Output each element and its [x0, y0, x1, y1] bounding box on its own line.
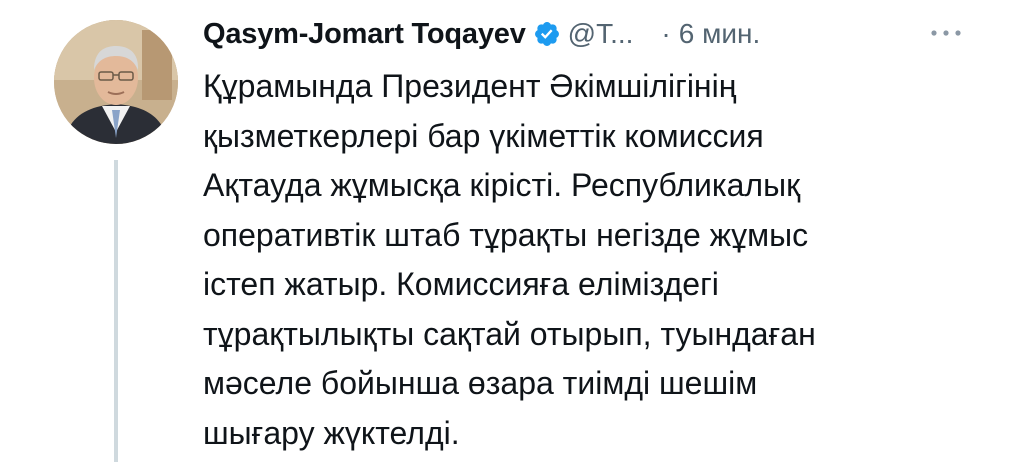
tweet-text-line: Құрамында Президент Әкімшілігінің — [203, 68, 737, 104]
tweet-text-line: мәселе бойынша өзара тиімді шешім — [203, 365, 758, 401]
tweet-text-line: қызметкерлері бар үкіметтік комиссия — [203, 117, 764, 154]
tweet-header: Qasym-Jomart Toqayev @T... · 6 мин. — [203, 14, 760, 54]
tweet-text-line: тұрақтылықты сақтай отырып, туындаған — [203, 315, 816, 352]
tweet-text-line: шығару жүктелді. — [203, 414, 460, 451]
timestamp[interactable]: 6 мин. — [679, 18, 760, 50]
author-handle[interactable]: @T... — [568, 18, 634, 50]
ellipsis-icon[interactable] — [928, 26, 964, 40]
avatar[interactable] — [54, 20, 178, 144]
display-name[interactable]: Qasym-Jomart Toqayev — [203, 18, 526, 51]
tweet-card[interactable]: Qasym-Jomart Toqayev @T... · 6 мин. Құра… — [0, 0, 1024, 462]
tweet-text-line: оперативтік штаб тұрақты негізде жұмыс — [203, 216, 809, 253]
tweet-text-line: Ақтауда жұмысқа кірісті. Республикалық — [203, 167, 801, 203]
profile-photo-icon — [54, 20, 178, 144]
thread-line — [114, 160, 118, 462]
tweet-text: Құрамында Президент Әкімшілігінің қызмет… — [203, 62, 963, 458]
tweet-text-line: істеп жатыр. Комиссияға еліміздегі — [203, 266, 719, 302]
separator-dot: · — [661, 18, 671, 49]
verified-badge-icon — [533, 20, 561, 48]
